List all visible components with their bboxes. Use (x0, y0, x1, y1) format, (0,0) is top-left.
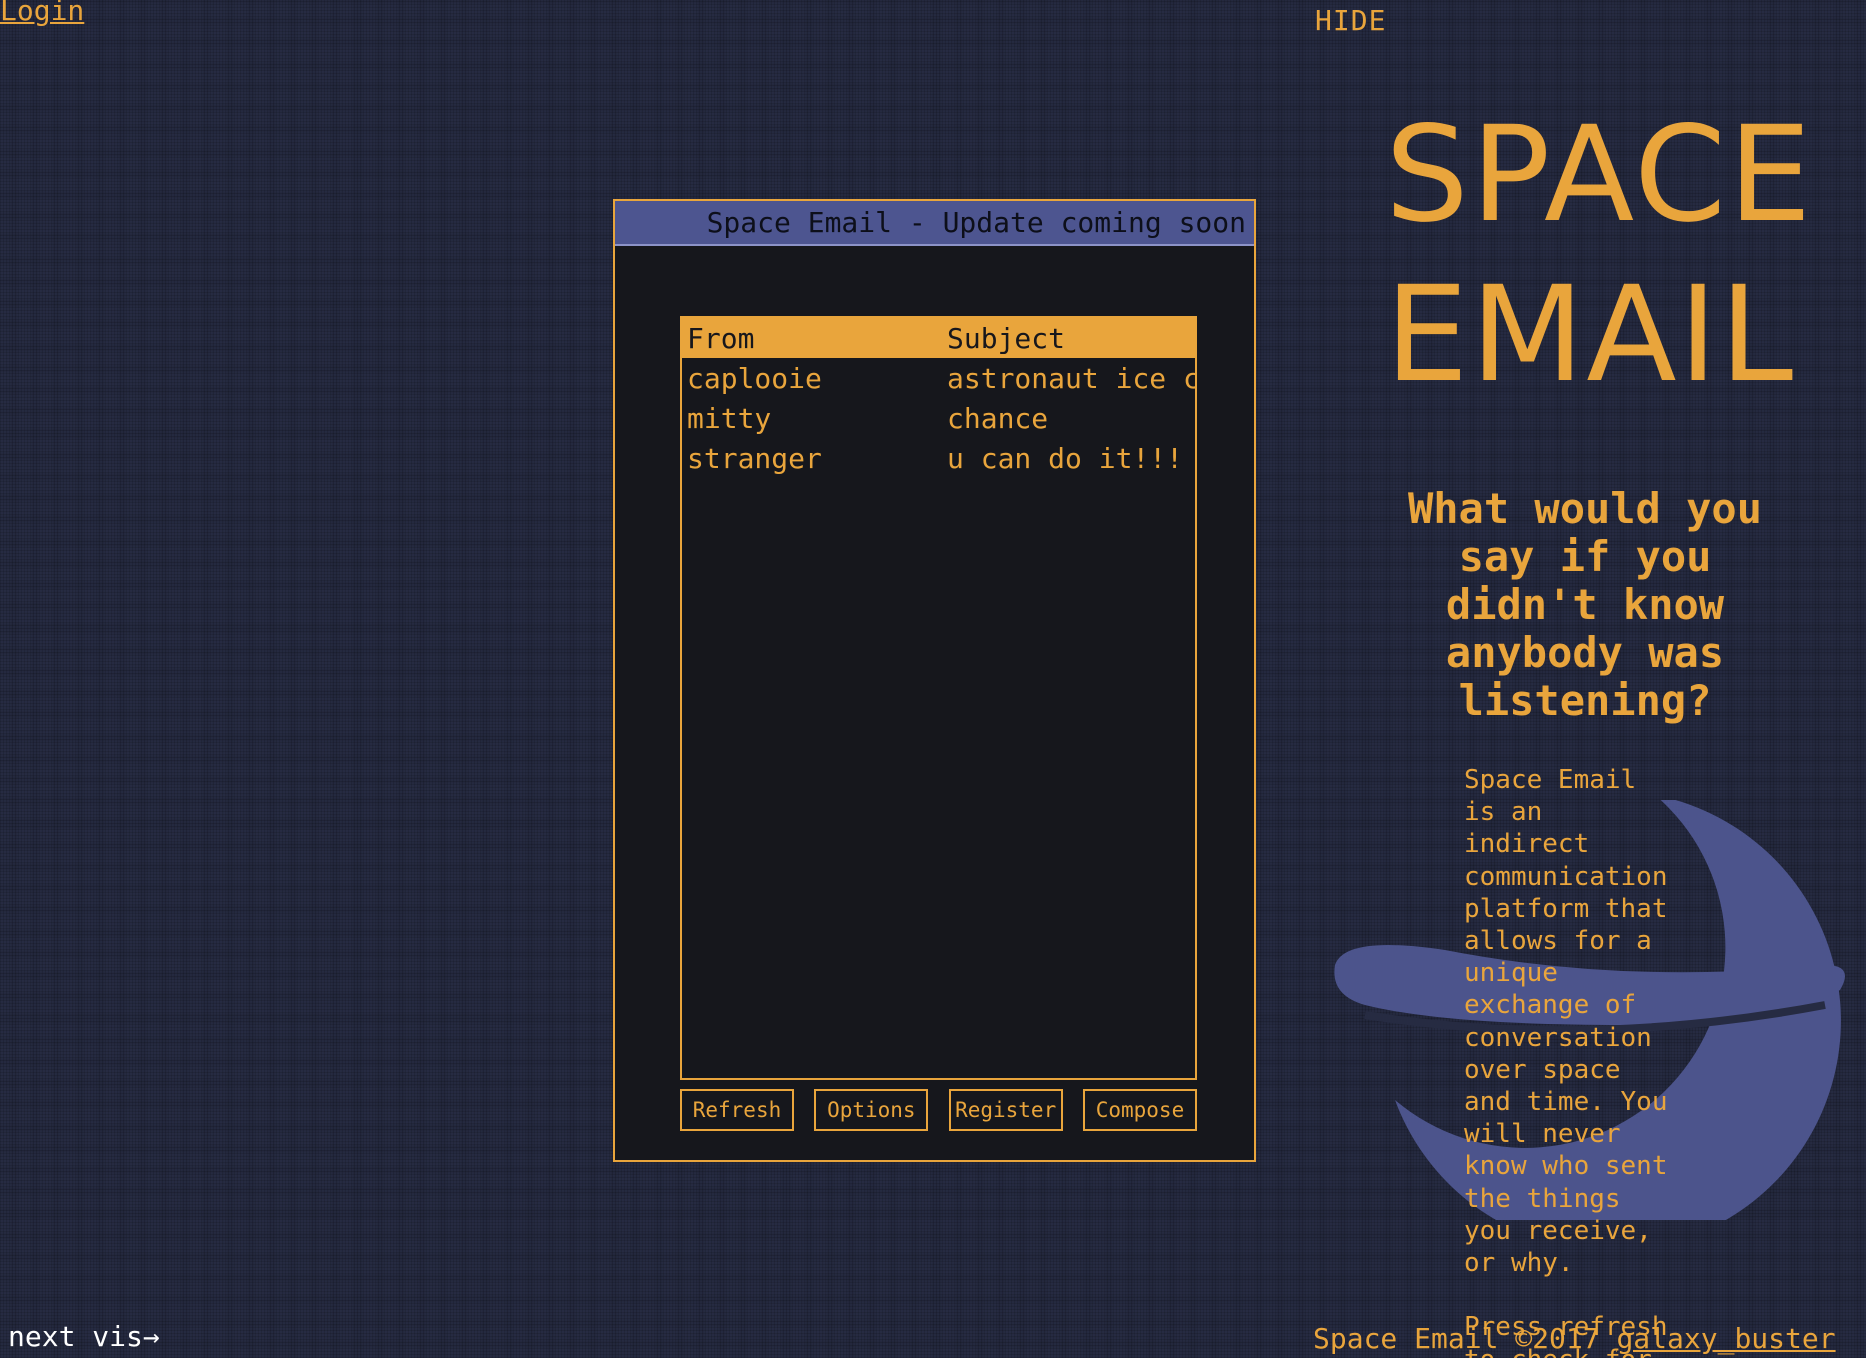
window-title: Space Email - Update coming soon (706, 206, 1246, 239)
title-line-2: EMAIL (1385, 258, 1796, 412)
email-subject: chance (947, 401, 1049, 435)
email-subject: astronaut ice cream (947, 361, 1195, 395)
list-header: From Subject (682, 318, 1195, 358)
window-titlebar[interactable]: Space Email - Update coming soon (615, 201, 1254, 246)
column-header-subject[interactable]: Subject (947, 322, 1195, 355)
button-bar: Refresh Options Register Compose (680, 1089, 1197, 1131)
compose-button[interactable]: Compose (1082, 1089, 1197, 1131)
column-header-from[interactable]: From (682, 322, 947, 355)
title-line-1: SPACE (1385, 98, 1814, 252)
description-text: Space Email is an indirect communication… (1464, 765, 1668, 1358)
hide-button[interactable]: HIDE (1315, 4, 1386, 37)
email-row[interactable]: mitty chance (682, 398, 1195, 438)
next-vis-link[interactable]: next vis→ (8, 1320, 160, 1353)
refresh-button[interactable]: Refresh (680, 1089, 794, 1131)
footer-copyright: Space Email ©2017 (1313, 1322, 1617, 1355)
author-link[interactable]: galaxy_buster (1616, 1322, 1835, 1355)
tagline: What would you say if you didn't know an… (1407, 484, 1762, 725)
login-link[interactable]: Login (0, 0, 84, 27)
footer: Space Email ©2017 galaxy_buster (1313, 1322, 1836, 1355)
email-from: stranger (687, 441, 822, 475)
email-window: Space Email - Update coming soon From Su… (613, 199, 1256, 1162)
email-from: mitty (687, 401, 772, 435)
options-button[interactable]: Options (814, 1089, 929, 1131)
register-button[interactable]: Register (948, 1089, 1063, 1131)
email-row[interactable]: caplooie astronaut ice cream (682, 358, 1195, 398)
space-email-title: SPACE EMAIL (1385, 95, 1814, 415)
email-row[interactable]: stranger u can do it!!! (682, 438, 1195, 478)
email-subject: u can do it!!! (947, 441, 1184, 475)
email-from: caplooie (687, 361, 822, 395)
email-list: From Subject caplooie astronaut ice crea… (680, 316, 1197, 1080)
